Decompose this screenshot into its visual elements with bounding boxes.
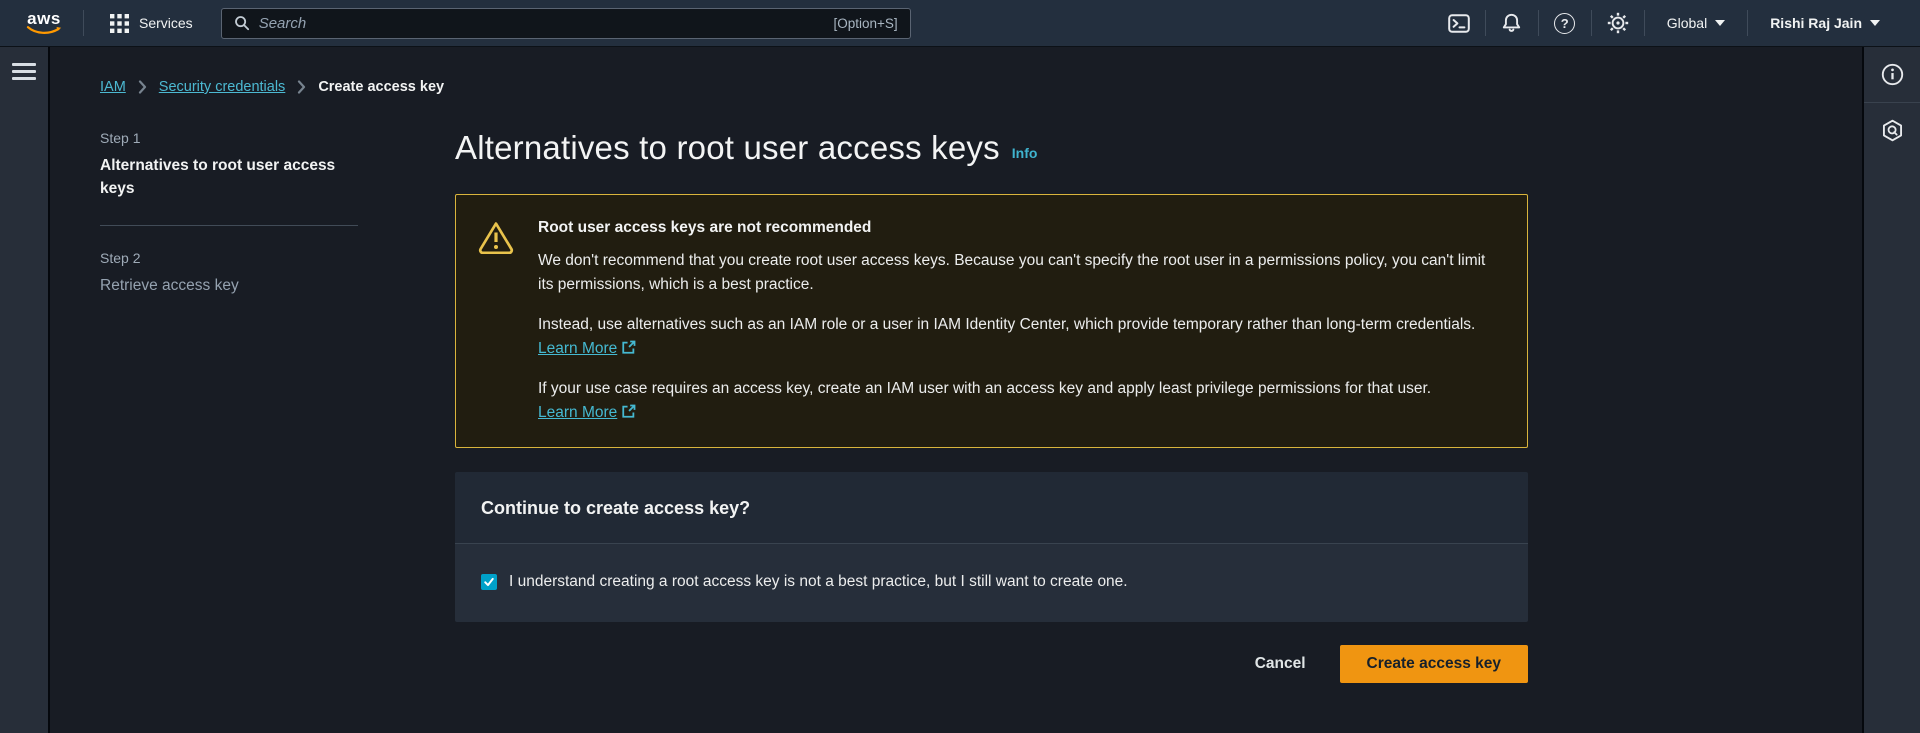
aws-smile-icon [25,26,63,36]
warning-paragraph-text: Instead, use alternatives such as an IAM… [538,316,1475,333]
account-name: Rishi Raj Jain [1770,15,1862,31]
breadcrumb-security-credentials-link[interactable]: Security credentials [159,79,286,95]
warning-content: Root user access keys are not recommende… [538,219,1501,425]
create-access-key-button[interactable]: Create access key [1340,645,1528,683]
page-title-row: Alternatives to root user access keys In… [455,128,1528,168]
search-shortcut-hint: [Option+S] [834,16,898,31]
question-circle-icon: ? [1554,13,1575,34]
services-label: Services [139,15,193,31]
main-content: Alternatives to root user access keys In… [455,128,1528,683]
search-icon [234,15,250,31]
topbar-utilities: ? Global [1433,0,1902,47]
confirm-body: I understand creating a root access key … [455,544,1528,622]
breadcrumb-current-page: Create access key [318,79,444,95]
topbar-separator [83,10,84,36]
region-selector[interactable]: Global [1645,0,1747,47]
warning-triangle-icon [478,221,514,254]
caret-down-icon [1715,20,1725,26]
step2-label: Step 2 [100,250,358,266]
hamburger-icon [12,63,36,66]
step2-title: Retrieve access key [100,274,358,297]
hamburger-icon [12,77,36,80]
learn-more-label: Learn More [538,404,617,421]
cloudshell-button[interactable] [1433,0,1485,47]
step1-label: Step 1 [100,130,358,146]
warning-title: Root user access keys are not recommende… [538,219,1501,237]
confirm-container: Continue to create access key? I underst… [455,472,1528,622]
wizard-steps-nav: Step 1 Alternatives to root user access … [100,130,358,297]
aws-console-screen: aws Services [Option+S] [0,0,1920,733]
open-menu-button[interactable] [12,63,36,80]
breadcrumb: IAM Security credentials Create access k… [100,79,444,95]
warning-paragraph-text: If your use case requires an access key,… [538,380,1431,397]
breadcrumb-iam-link[interactable]: IAM [100,79,126,95]
cloudshell-terminal-icon [1448,14,1470,33]
info-circle-icon [1881,63,1904,86]
settings-button[interactable] [1592,0,1644,47]
learn-more-link[interactable]: Learn More [538,404,636,421]
region-label: Global [1667,15,1707,31]
notifications-button[interactable] [1486,0,1538,47]
top-navigation-bar: aws Services [Option+S] [0,0,1920,47]
search-input[interactable] [259,15,825,32]
warning-paragraph: Instead, use alternatives such as an IAM… [538,313,1501,361]
chevron-right-icon [138,80,147,94]
cancel-button[interactable]: Cancel [1255,655,1306,673]
amazon-q-panel-button[interactable] [1864,103,1920,158]
checkmark-icon [483,576,495,588]
amazon-q-icon [1881,119,1904,142]
tools-panel-rail [1862,47,1920,733]
caret-down-icon [1870,20,1880,26]
step1-title[interactable]: Alternatives to root user access keys [100,154,358,201]
global-search-box[interactable]: [Option+S] [221,8,911,39]
external-link-icon [621,404,636,419]
learn-more-label: Learn More [538,340,617,357]
page-title: Alternatives to root user access keys [455,128,1000,168]
account-menu[interactable]: Rishi Raj Jain [1748,0,1902,47]
info-panel-button[interactable] [1864,47,1920,102]
acknowledge-checkbox[interactable] [481,574,497,590]
actions-row: Cancel Create access key [455,645,1528,683]
steps-divider [100,225,358,226]
warning-paragraph: We don't recommend that you create root … [538,249,1501,297]
hamburger-icon [12,70,36,73]
external-link-icon [621,340,636,355]
services-menu-button[interactable]: Services [104,0,199,47]
confirm-header: Continue to create access key? [455,472,1528,544]
info-link[interactable]: Info [1012,145,1038,168]
aws-logo[interactable]: aws [25,11,63,36]
confirm-title: Continue to create access key? [481,498,1502,519]
warning-paragraph: If your use case requires an access key,… [538,377,1501,425]
warning-alert: Root user access keys are not recommende… [455,194,1528,448]
bell-icon [1501,13,1522,33]
question-glyph: ? [1561,16,1569,31]
aws-logo-text: aws [27,11,61,26]
acknowledge-checkbox-label[interactable]: I understand creating a root access key … [509,573,1128,591]
gear-icon [1607,12,1629,34]
warning-paragraph-text: We don't recommend that you create root … [538,252,1485,293]
side-navigation-rail [0,47,50,733]
help-button[interactable]: ? [1539,0,1591,47]
chevron-right-icon [297,80,306,94]
services-grid-icon [110,14,129,33]
learn-more-link[interactable]: Learn More [538,340,636,357]
